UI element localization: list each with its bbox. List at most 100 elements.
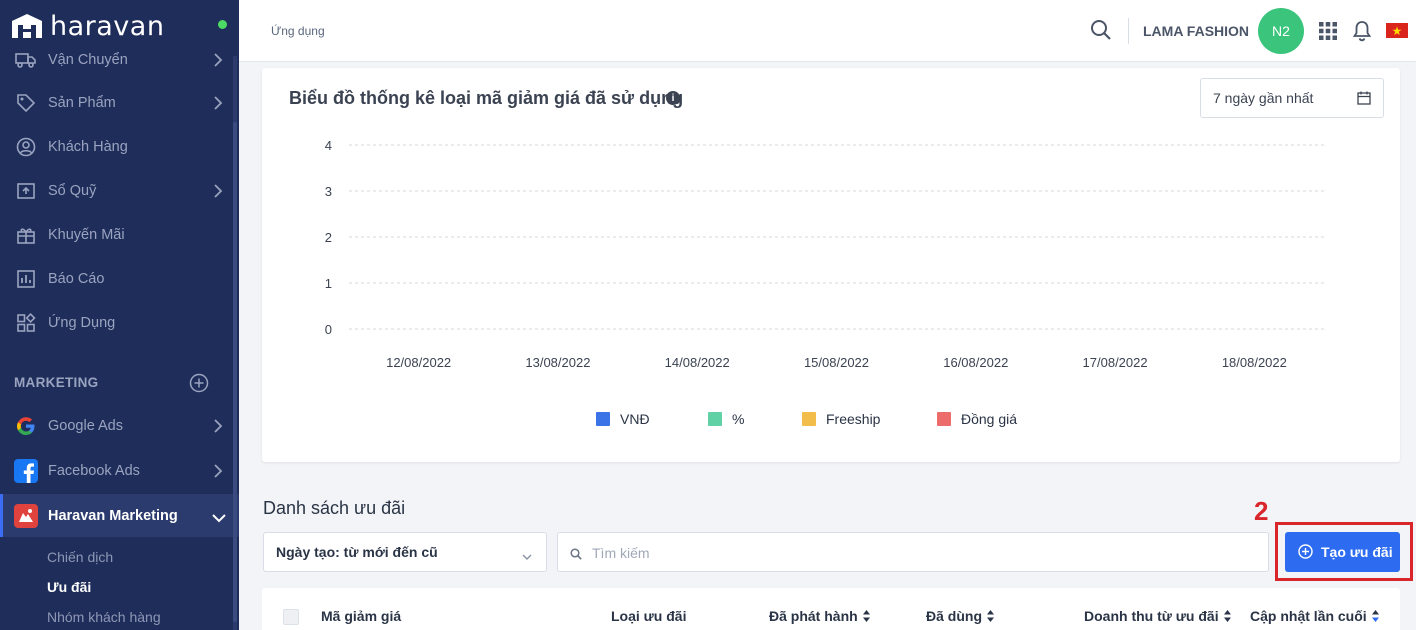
- column-label: Doanh thu từ ưu đãi: [1084, 608, 1219, 624]
- x-tick-label: 16/08/2022: [943, 355, 1008, 370]
- column-label: Cập nhật lần cuối: [1250, 608, 1367, 624]
- sidebar: haravan Vận Chuyển Sản Phẩm Khách Hàng S…: [0, 0, 239, 630]
- search-input[interactable]: [592, 542, 1252, 564]
- sort-dropdown[interactable]: Ngày tạo: từ mới đến cũ: [263, 532, 547, 572]
- header-divider: [1128, 18, 1129, 44]
- sidebar-item-san-pham[interactable]: Sản Phẩm: [0, 81, 239, 125]
- sidebar-item-label: Vận Chuyển: [48, 52, 128, 68]
- chevron-right-icon: [213, 464, 223, 482]
- facebook-icon: [14, 459, 38, 483]
- column-header-used[interactable]: Đã dùng: [926, 608, 995, 624]
- column-label: Mã giảm giá: [321, 608, 402, 624]
- sidebar-item-bao-cao[interactable]: Báo Cáo: [0, 257, 239, 301]
- search-icon[interactable]: [1090, 19, 1112, 46]
- sidebar-subitem-uu-dai[interactable]: Ưu đãi: [47, 579, 91, 595]
- top-header: Ứng dụng LAMA FASHION N2: [239, 0, 1416, 62]
- coupon-usage-chart: 0 1 2 3 4 12/08/2022 13/08/2022 14/08/2022 15/08…: [325, 138, 1324, 427]
- google-icon: [14, 414, 38, 438]
- sort-icon[interactable]: [1223, 609, 1232, 623]
- app-grid-icon[interactable]: [1319, 22, 1337, 45]
- column-header-code[interactable]: Mã giảm giá: [321, 608, 401, 624]
- active-indicator: [0, 494, 3, 537]
- cashbook-icon: [14, 179, 38, 203]
- sidebar-item-google-ads[interactable]: Google Ads: [0, 404, 239, 448]
- plus-circle-icon: [1298, 544, 1313, 562]
- search-icon: [570, 547, 582, 565]
- online-status-dot: [218, 20, 227, 29]
- legend-label: Đồng giá: [961, 411, 1017, 427]
- avatar[interactable]: N2: [1258, 8, 1304, 54]
- vietnam-flag-icon[interactable]: [1386, 23, 1408, 38]
- x-tick-label: 17/08/2022: [1083, 355, 1148, 370]
- gift-icon: [14, 223, 38, 247]
- sidebar-subitem-nhom-khach-hang[interactable]: Nhóm khách hàng: [47, 609, 161, 625]
- legend-swatch: [596, 412, 610, 426]
- x-tick-label: 14/08/2022: [665, 355, 730, 370]
- chevron-right-icon: [213, 96, 223, 114]
- legend-label: %: [732, 411, 744, 427]
- column-header-type[interactable]: Loại ưu đãi: [611, 608, 686, 624]
- y-tick-label: 3: [325, 184, 332, 199]
- create-discount-button[interactable]: Tạo ưu đãi: [1285, 532, 1400, 572]
- truck-icon: [14, 48, 38, 72]
- chevron-down-icon: [212, 511, 226, 527]
- user-circle-icon: [14, 135, 38, 159]
- sidebar-subitem-chien-dich[interactable]: Chiến dịch: [47, 549, 113, 565]
- sidebar-item-facebook-ads[interactable]: Facebook Ads: [0, 449, 239, 493]
- chart-card: Biểu đồ thống kê loại mã giảm giá đã sử …: [262, 68, 1400, 462]
- shop-name[interactable]: LAMA FASHION: [1143, 23, 1249, 39]
- sort-icon[interactable]: [986, 609, 995, 623]
- sidebar-item-label: Khách Hàng: [48, 139, 128, 155]
- sidebar-item-so-quy[interactable]: Sổ Quỹ: [0, 169, 239, 213]
- x-tick-label: 13/08/2022: [525, 355, 590, 370]
- x-tick-label: 12/08/2022: [386, 355, 451, 370]
- legend-swatch: [937, 412, 951, 426]
- sidebar-scrollbar-thumb[interactable]: [233, 122, 237, 622]
- discount-list-title: Danh sách ưu đãi: [263, 498, 406, 518]
- column-label: Loại ưu đãi: [611, 608, 687, 624]
- breadcrumb[interactable]: Ứng dụng: [271, 24, 325, 38]
- sidebar-item-ung-dung[interactable]: Ứng Dụng: [0, 301, 239, 345]
- sort-icon[interactable]: [862, 609, 871, 623]
- sidebar-item-label: Báo Cáo: [48, 271, 105, 287]
- x-tick-label: 18/08/2022: [1222, 355, 1287, 370]
- sidebar-item-label: Khuyến Mãi: [48, 227, 125, 243]
- sort-icon[interactable]: [1371, 609, 1380, 623]
- apps-icon: [14, 311, 38, 335]
- chevron-right-icon: [213, 184, 223, 202]
- step-number-annotation: 2: [1254, 496, 1269, 526]
- sidebar-item-haravan-marketing[interactable]: Haravan Marketing: [0, 494, 239, 537]
- column-header-updated[interactable]: Cập nhật lần cuối: [1250, 608, 1380, 624]
- column-header-revenue[interactable]: Doanh thu từ ưu đãi: [1084, 608, 1232, 624]
- table-header: Mã giảm giá Loại ưu đãi Đã phát hành Đã …: [262, 588, 1400, 630]
- sidebar-item-label: Sổ Quỹ: [48, 183, 97, 199]
- bell-icon[interactable]: [1352, 20, 1372, 47]
- y-tick-label: 1: [325, 276, 332, 291]
- sidebar-item-label: Sản Phẩm: [48, 95, 116, 111]
- sidebar-item-khach-hang[interactable]: Khách Hàng: [0, 125, 239, 169]
- column-label: Đã dùng: [926, 608, 982, 624]
- create-discount-label: Tạo ưu đãi: [1321, 544, 1393, 560]
- sidebar-item-label: Ứng Dụng: [48, 315, 116, 331]
- chevron-right-icon: [213, 419, 223, 437]
- sidebar-item-van-chuyen[interactable]: Vận Chuyển: [0, 38, 239, 82]
- sidebar-item-khuyen-mai[interactable]: Khuyến Mãi: [0, 213, 239, 257]
- search-field[interactable]: [557, 532, 1269, 572]
- column-header-issued[interactable]: Đã phát hành: [769, 608, 871, 624]
- column-label: Đã phát hành: [769, 608, 858, 624]
- y-tick-label: 4: [325, 138, 332, 153]
- sidebar-item-label: Google Ads: [48, 418, 123, 434]
- select-all-checkbox[interactable]: [283, 609, 299, 625]
- brand-name: haravan: [50, 10, 165, 42]
- chevron-down-icon: [522, 548, 532, 564]
- sidebar-item-label: Facebook Ads: [48, 463, 140, 479]
- haravan-logo-icon: [12, 14, 42, 38]
- add-channel-icon[interactable]: [189, 373, 209, 398]
- y-tick-label: 0: [325, 322, 332, 337]
- sort-dropdown-value: Ngày tạo: từ mới đến cũ: [276, 544, 438, 560]
- legend-swatch: [708, 412, 722, 426]
- sidebar-item-label: Haravan Marketing: [48, 507, 178, 524]
- sidebar-scrollbar[interactable]: [233, 56, 237, 630]
- bar-chart-icon: [14, 267, 38, 291]
- legend-label: VNĐ: [620, 411, 650, 427]
